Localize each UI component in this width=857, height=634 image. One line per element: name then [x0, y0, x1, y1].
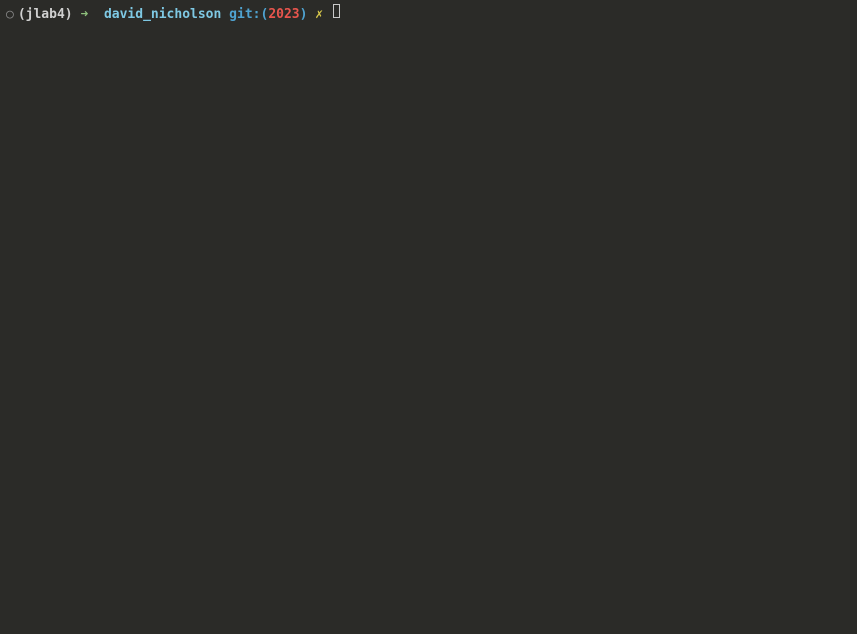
- prompt-line: ○ (jlab4) ➜ david_nicholson git:(2023) ✗: [6, 4, 851, 24]
- conda-env: (jlab4): [18, 6, 73, 24]
- paren-close: ): [65, 7, 73, 22]
- git-branch: 2023: [268, 6, 299, 24]
- prompt-arrow-icon: ➜: [80, 6, 88, 24]
- paren-open: (: [18, 7, 26, 22]
- terminal[interactable]: ○ (jlab4) ➜ david_nicholson git:(2023) ✗: [0, 0, 857, 634]
- git-paren-close: ): [300, 6, 308, 24]
- status-indicator-icon: ○: [6, 6, 14, 24]
- git-dirty-icon: ✗: [315, 6, 323, 24]
- current-directory: david_nicholson: [104, 6, 221, 24]
- git-paren-open: (: [260, 6, 268, 24]
- git-label: git:: [229, 6, 260, 24]
- cursor-icon: [333, 4, 340, 18]
- env-name: jlab4: [26, 7, 65, 22]
